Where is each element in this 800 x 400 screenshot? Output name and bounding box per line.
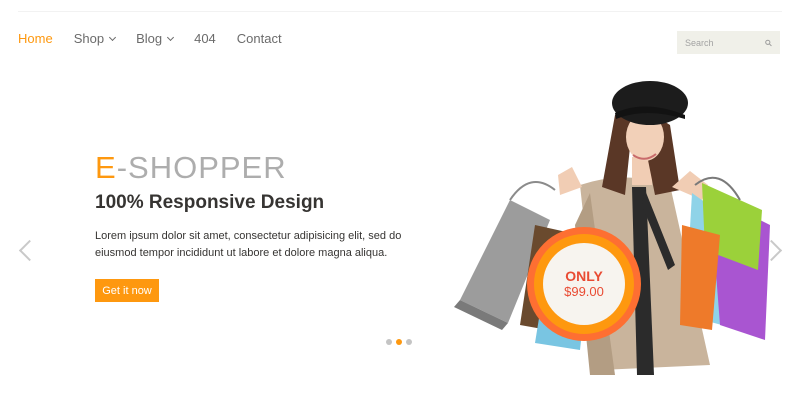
slide-description: Lorem ipsum dolor sit amet, consectetur …	[95, 230, 402, 259]
slide-indicator-2[interactable]	[396, 339, 402, 345]
nav-home[interactable]: Home	[18, 31, 53, 46]
get-it-now-button[interactable]: Get it now	[95, 279, 159, 302]
nav-contact[interactable]: Contact	[237, 31, 282, 46]
nav-contact-label: Contact	[236, 31, 282, 46]
nav-404-label: 404	[194, 31, 216, 46]
slide-brand: E-SHOPPER	[95, 150, 287, 186]
search-input[interactable]	[685, 37, 765, 48]
nav-home-label: Home	[18, 31, 53, 46]
price-badge: ONLY $99.00	[527, 227, 641, 341]
brand-rest: -SHOPPER	[116, 150, 287, 185]
chevron-down-icon	[109, 33, 117, 41]
brand-first-letter: E	[95, 150, 117, 185]
chevron-left-icon[interactable]	[18, 239, 41, 262]
chevron-down-icon	[167, 33, 175, 41]
price-amount: $99.00	[564, 284, 604, 299]
nav-blog-label: Blog	[136, 31, 163, 46]
slide-indicators	[386, 339, 412, 345]
search-box	[677, 31, 780, 54]
price-only-label: ONLY	[565, 268, 603, 284]
nav-shop[interactable]: Shop	[73, 31, 117, 46]
price-badge-inner: ONLY $99.00	[543, 243, 625, 325]
slide-indicator-1[interactable]	[386, 339, 392, 345]
top-divider	[18, 11, 782, 12]
slide-headline: 100% Responsive Design	[95, 192, 325, 213]
main-nav: Home Shop Blog 404 Contact	[18, 31, 282, 46]
search-icon[interactable]	[765, 39, 772, 47]
nav-shop-label: Shop	[73, 31, 105, 46]
nav-blog[interactable]: Blog	[136, 31, 175, 46]
slide-indicator-3[interactable]	[406, 339, 412, 345]
nav-404[interactable]: 404	[194, 31, 216, 46]
